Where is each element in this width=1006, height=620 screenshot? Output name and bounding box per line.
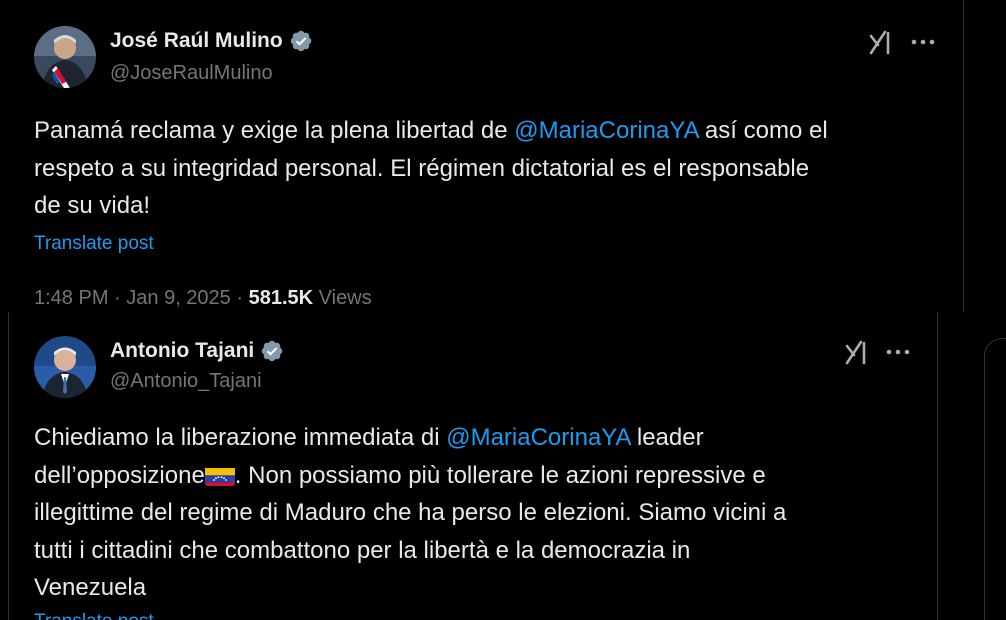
column-border (8, 312, 9, 620)
post-text-line: illegittime del regime di Maduro che ha … (34, 499, 787, 526)
timeline: José Raúl Mulino @JoseRaulMulino Panamá … (0, 0, 1006, 620)
post-meta: 1:48 PM · Jan 9, 2025 · 581.5K Views (34, 287, 372, 310)
avatar-tajani[interactable] (34, 336, 96, 398)
mention-link[interactable]: @MariaCorinaYA (446, 424, 630, 451)
post-text: Panamá reclama y exige la plena libertad… (34, 112, 954, 225)
post-text-segment: dell’opposizione (34, 461, 205, 489)
grok-icon[interactable] (866, 28, 894, 56)
post-text-segment: leader (630, 424, 704, 451)
author-name[interactable]: José Raúl Mulino (110, 29, 313, 53)
post-text-segment: Panamá reclama y exige la plena libertad… (34, 117, 515, 144)
author-name[interactable]: Antonio Tajani (110, 339, 284, 363)
avatar-mulino[interactable] (34, 26, 96, 88)
views-label: Views (318, 287, 372, 309)
author-name-text[interactable]: José Raúl Mulino (110, 29, 283, 53)
author-handle[interactable]: @Antonio_Tajani (110, 370, 262, 393)
more-icon[interactable] (909, 28, 937, 56)
post-text-line: dell’opposizione . Non possiamo più tolle… (34, 457, 934, 495)
meta-separator: · (236, 287, 249, 309)
post-text-line: respeto a su integridad personal. El rég… (34, 154, 810, 182)
post-text-line: Panamá reclama y exige la plena libertad… (34, 112, 954, 150)
post-date[interactable]: Jan 9, 2025 (126, 287, 231, 309)
translate-post-link[interactable]: Translate post (34, 611, 154, 620)
translate-post-link[interactable]: Translate post (34, 233, 154, 255)
post-text-segment: Chiediamo la liberazione immediata di (34, 424, 447, 451)
avatar-image (34, 26, 96, 88)
views-count: 581.5K (248, 287, 314, 309)
sidebar-card (984, 338, 1006, 620)
post-text-line: Chiediamo la liberazione immediata di @M… (34, 419, 934, 457)
post-mulino[interactable]: José Raúl Mulino @JoseRaulMulino Panamá … (0, 0, 964, 312)
author-name-text[interactable]: Antonio Tajani (110, 339, 254, 363)
author-handle[interactable]: @JoseRaulMulino (110, 62, 273, 85)
column-border (937, 312, 938, 620)
verified-badge-icon (262, 340, 283, 362)
venezuela-flag-icon (204, 464, 235, 486)
avatar-image (34, 336, 96, 398)
verified-badge-icon (290, 30, 311, 52)
post-text-segment: . Non possiamo più tollerare le azioni r… (234, 461, 766, 489)
post-text-line: de su vida! (34, 192, 151, 219)
post-tajani[interactable]: Antonio Tajani @Antonio_Tajani Chiediamo… (0, 312, 938, 620)
post-time[interactable]: 1:48 PM (34, 287, 108, 309)
post-text: Chiediamo la liberazione immediata di @M… (34, 419, 934, 607)
mention-link[interactable]: @MariaCorinaYA (514, 117, 698, 144)
post-text-line: tutti i cittadini che combattono per la … (34, 536, 691, 564)
post-text-segment: así como el (698, 117, 828, 144)
grok-icon[interactable] (842, 338, 870, 366)
column-border (963, 0, 964, 312)
meta-separator: · (114, 287, 127, 309)
more-icon[interactable] (884, 338, 912, 366)
post-text-line: Venezuela (34, 574, 147, 601)
